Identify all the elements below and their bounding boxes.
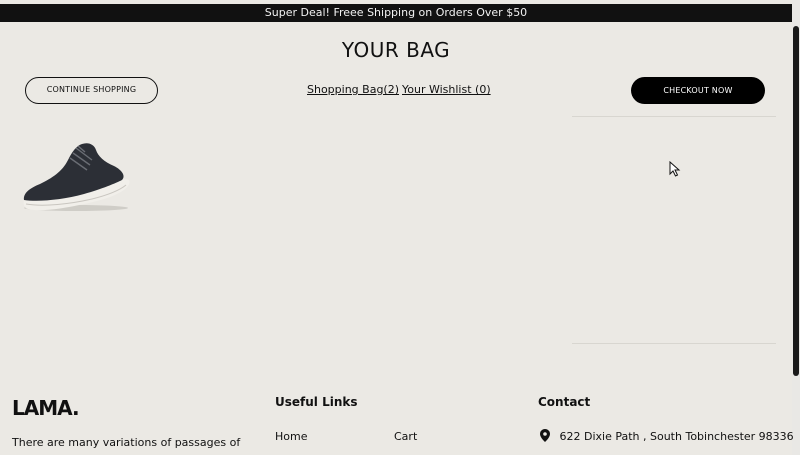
wishlist-link[interactable]: Your Wishlist (0): [402, 83, 491, 96]
contact-address: 622 Dixie Path , South Tobinchester 9833…: [559, 430, 794, 443]
sneaker-image[interactable]: [18, 138, 136, 214]
scrollbar-thumb[interactable]: [793, 26, 799, 376]
announcement-bar: Super Deal! Freee Shipping on Orders Ove…: [0, 4, 792, 22]
location-pin-icon: [540, 429, 550, 442]
summary-top-divider: [572, 116, 776, 117]
contact-heading: Contact: [538, 395, 591, 409]
shopping-bag-link[interactable]: Shopping Bag(2): [307, 83, 399, 96]
useful-links-heading: Useful Links: [275, 395, 358, 409]
summary-bottom-divider: [572, 343, 776, 344]
footer-link-home[interactable]: Home: [275, 430, 307, 443]
checkout-now-button[interactable]: CHECKOUT NOW: [631, 77, 765, 104]
page-title: YOUR BAG: [341, 38, 451, 62]
footer-link-cart[interactable]: Cart: [394, 430, 417, 443]
mouse-cursor-icon: [669, 161, 681, 177]
continue-shopping-button[interactable]: CONTINUE SHOPPING: [25, 77, 158, 104]
footer-description: There are many variations of passages of: [12, 436, 241, 449]
brand-logo[interactable]: LAMA.: [12, 396, 80, 420]
contact-address-row: 622 Dixie Path , South Tobinchester 9833…: [540, 429, 794, 443]
